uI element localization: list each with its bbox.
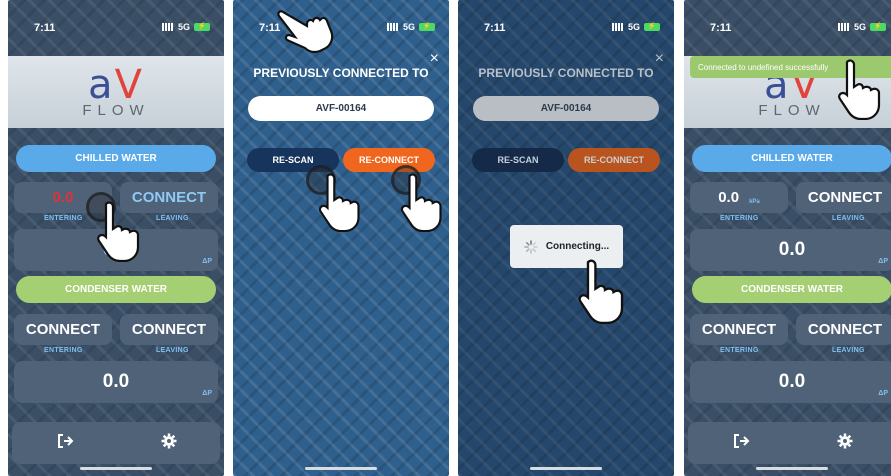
network-label: 5G (627, 22, 640, 32)
gear-icon[interactable] (837, 433, 853, 454)
brand-logo: aV (88, 61, 144, 108)
status-bar: 7:11 5G ⚡ (8, 0, 224, 56)
home-indicator (80, 467, 152, 470)
battery-icon: ⚡ (644, 23, 660, 31)
status-indicators: 5G ⚡ (837, 22, 886, 32)
chilled-water-header: CHILLED WATER (16, 145, 216, 172)
cond-leaving-label: LEAVING (832, 347, 865, 354)
status-time: 7:11 (34, 22, 56, 34)
leaving-label: LEAVING (832, 215, 865, 222)
cond-entering-label: ENTERING (44, 347, 83, 354)
phone-screen-dashboard: 7:11 5G ⚡ aV FLOW CHILLED WATER 0.0 CONN… (8, 0, 224, 476)
pointing-hand-icon (97, 201, 140, 262)
brand-wordmark: FLOW (82, 101, 150, 119)
signal-icon (611, 23, 624, 31)
rescan-button[interactable]: RE-SCAN (472, 148, 564, 172)
spinner-icon (524, 239, 538, 254)
device-item[interactable]: AVF-00164 (248, 96, 434, 121)
logout-icon[interactable] (56, 433, 74, 454)
chilled-dp-display: 0.0 ΔP (690, 229, 891, 271)
entering-label: ENTERING (44, 215, 83, 222)
cond-entering-label: ENTERING (720, 347, 759, 354)
condenser-entering-connect[interactable]: CONNECT (690, 314, 788, 345)
loading-text: Connecting... (545, 241, 610, 252)
chilled-leaving-connect[interactable]: CONNECT (796, 182, 891, 213)
battery-icon: ⚡ (870, 23, 886, 31)
battery-icon: ⚡ (419, 23, 435, 31)
status-bar: 7:11 5G ⚡ (684, 0, 891, 56)
gear-icon[interactable] (161, 433, 177, 454)
condenser-entering-connect[interactable]: CONNECT (14, 314, 112, 345)
battery-icon: ⚡ (194, 23, 210, 31)
pointing-hand-icon (838, 59, 881, 120)
phone-screen-connecting: 7:11 5G ⚡ × PREVIOUSLY CONNECTED TO AVF-… (458, 0, 674, 476)
status-time: 7:11 (710, 22, 732, 34)
chilled-entering-tile[interactable]: 0.0 kPa (690, 182, 788, 213)
entering-label: ENTERING (720, 215, 759, 222)
home-indicator (305, 467, 377, 470)
status-bar: 7:11 5G ⚡ (458, 0, 674, 56)
network-label: 5G (402, 22, 415, 32)
status-indicators: 5G ⚡ (386, 22, 435, 32)
signal-icon (837, 23, 850, 31)
pointing-hand-icon (277, 10, 334, 54)
home-indicator (756, 467, 828, 470)
pointing-hand-icon (400, 173, 442, 232)
cond-leaving-label: LEAVING (156, 347, 189, 354)
status-indicators: 5G ⚡ (161, 22, 210, 32)
status-time: 7:11 (484, 22, 506, 34)
logout-icon[interactable] (732, 433, 750, 454)
condenser-leaving-connect[interactable]: CONNECT (796, 314, 891, 345)
condenser-water-header: CONDENSER WATER (692, 276, 891, 303)
entering-value: 0.0 (718, 189, 740, 206)
brand-wordmark: FLOW (758, 101, 826, 119)
tutorial-stage: 7:11 5G ⚡ aV FLOW CHILLED WATER 0.0 CONN… (0, 0, 891, 476)
condenser-water-header: CONDENSER WATER (16, 276, 216, 303)
status-indicators: 5G ⚡ (611, 22, 660, 32)
entering-value: 0.0 (52, 189, 74, 206)
leaving-label: LEAVING (156, 215, 189, 222)
network-label: 5G (853, 22, 866, 32)
signal-icon (161, 23, 174, 31)
network-label: 5G (177, 22, 190, 32)
logo-banner: aV FLOW (8, 56, 224, 128)
reconnect-button[interactable]: RE-CONNECT (568, 148, 660, 172)
condenser-leaving-connect[interactable]: CONNECT (120, 314, 218, 345)
condenser-dp-display: 0.0 ΔP (690, 361, 891, 403)
condenser-dp-display: 0.0 ΔP (14, 361, 218, 403)
status-bar: 7:11 5G ⚡ (233, 0, 449, 56)
dialog-title: PREVIOUSLY CONNECTED TO (253, 66, 429, 80)
entering-unit: kPa (749, 198, 760, 205)
bottom-toolbar (688, 422, 891, 464)
pointing-hand-icon (578, 259, 624, 324)
reconnect-button[interactable]: RE-CONNECT (343, 148, 435, 172)
chilled-water-header: CHILLED WATER (692, 145, 891, 172)
pointing-hand-icon (318, 173, 360, 232)
device-item[interactable]: AVF-00164 (473, 96, 659, 121)
phone-screen-connected: 7:11 5G ⚡ aV FLOW Connected to undefined… (684, 0, 891, 476)
phone-screen-previously-connected: 7:11 5G ⚡ × PREVIOUSLY CONNECTED TO AVF-… (233, 0, 449, 476)
dialog-title: PREVIOUSLY CONNECTED TO (478, 66, 654, 80)
signal-icon (386, 23, 399, 31)
bottom-toolbar (12, 422, 220, 464)
home-indicator (530, 467, 602, 470)
